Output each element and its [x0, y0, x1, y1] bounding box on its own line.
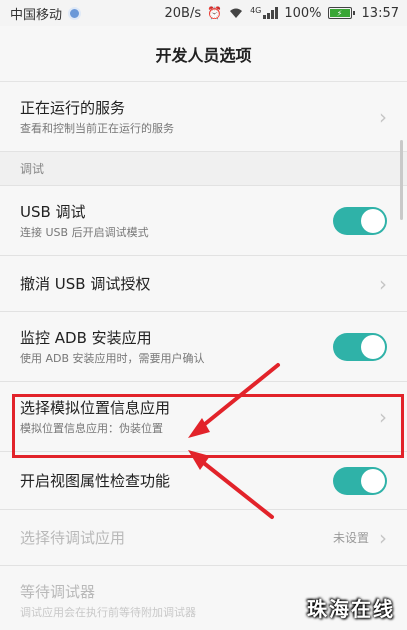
running-services-title: 正在运行的服务	[20, 98, 126, 117]
status-bar: 中国移动 20B/s ⏰ 4G 100% ⚡ 13:57	[0, 0, 407, 26]
running-services-item[interactable]: 正在运行的服务 查看和控制当前正在运行的服务 ›	[0, 82, 407, 152]
clock: 13:57	[361, 5, 399, 21]
battery-icon: ⚡	[327, 7, 355, 19]
revoke-usb-title: 撤消 USB 调试授权	[20, 274, 151, 293]
monitor-adb-toggle[interactable]	[333, 332, 387, 361]
section-debug-label: 调试	[20, 162, 45, 176]
chevron-right-icon: ›	[379, 104, 387, 129]
debug-app-title: 选择待调试应用	[20, 528, 126, 547]
debug-app-value: 未设置	[332, 531, 369, 545]
settings-list: 正在运行的服务 查看和控制当前正在运行的服务 › 调试 USB 调试 连接 US…	[0, 82, 407, 630]
network-speed: 20B/s	[164, 5, 202, 21]
usb-debug-subtitle: 连接 USB 后开启调试模式	[20, 225, 149, 239]
section-header-debug: 调试	[0, 152, 407, 186]
wait-debugger-title: 等待调试器	[20, 582, 96, 601]
battery-percent: 100%	[284, 5, 322, 21]
page-title-bar: 开发人员选项	[0, 26, 407, 82]
network-type: 4G	[250, 6, 262, 15]
revoke-usb-item[interactable]: 撤消 USB 调试授权 ›	[0, 256, 407, 312]
monitor-adb-item[interactable]: 监控 ADB 安装应用 使用 ADB 安装应用时，需要用户确认	[0, 312, 407, 382]
notification-icon	[68, 6, 82, 20]
usb-debug-item[interactable]: USB 调试 连接 USB 后开启调试模式	[0, 186, 407, 256]
scrollbar[interactable]	[400, 140, 403, 220]
usb-debug-title: USB 调试	[20, 202, 86, 221]
watermark: 珠海在线	[307, 597, 395, 621]
monitor-adb-subtitle: 使用 ADB 安装应用时，需要用户确认	[20, 351, 205, 365]
page-title: 开发人员选项	[155, 45, 252, 65]
alarm-icon: ⏰	[207, 6, 223, 20]
signal-icon	[263, 7, 279, 19]
highlight-box	[12, 394, 404, 458]
usb-debug-toggle[interactable]	[333, 206, 387, 235]
chevron-right-icon: ›	[379, 525, 387, 550]
chevron-right-icon: ›	[379, 271, 387, 296]
carrier-name: 中国移动	[10, 7, 63, 23]
monitor-adb-title: 监控 ADB 安装应用	[20, 328, 152, 347]
view-attr-title: 开启视图属性检查功能	[20, 471, 171, 490]
view-attr-toggle[interactable]	[333, 466, 387, 495]
running-services-subtitle: 查看和控制当前正在运行的服务	[20, 121, 174, 135]
wifi-icon	[230, 8, 243, 18]
debug-app-item[interactable]: 选择待调试应用 未设置 ›	[0, 510, 407, 566]
view-attr-item[interactable]: 开启视图属性检查功能	[0, 452, 407, 510]
wait-debugger-subtitle: 调试应用会在执行前等待附加调试器	[20, 605, 196, 619]
